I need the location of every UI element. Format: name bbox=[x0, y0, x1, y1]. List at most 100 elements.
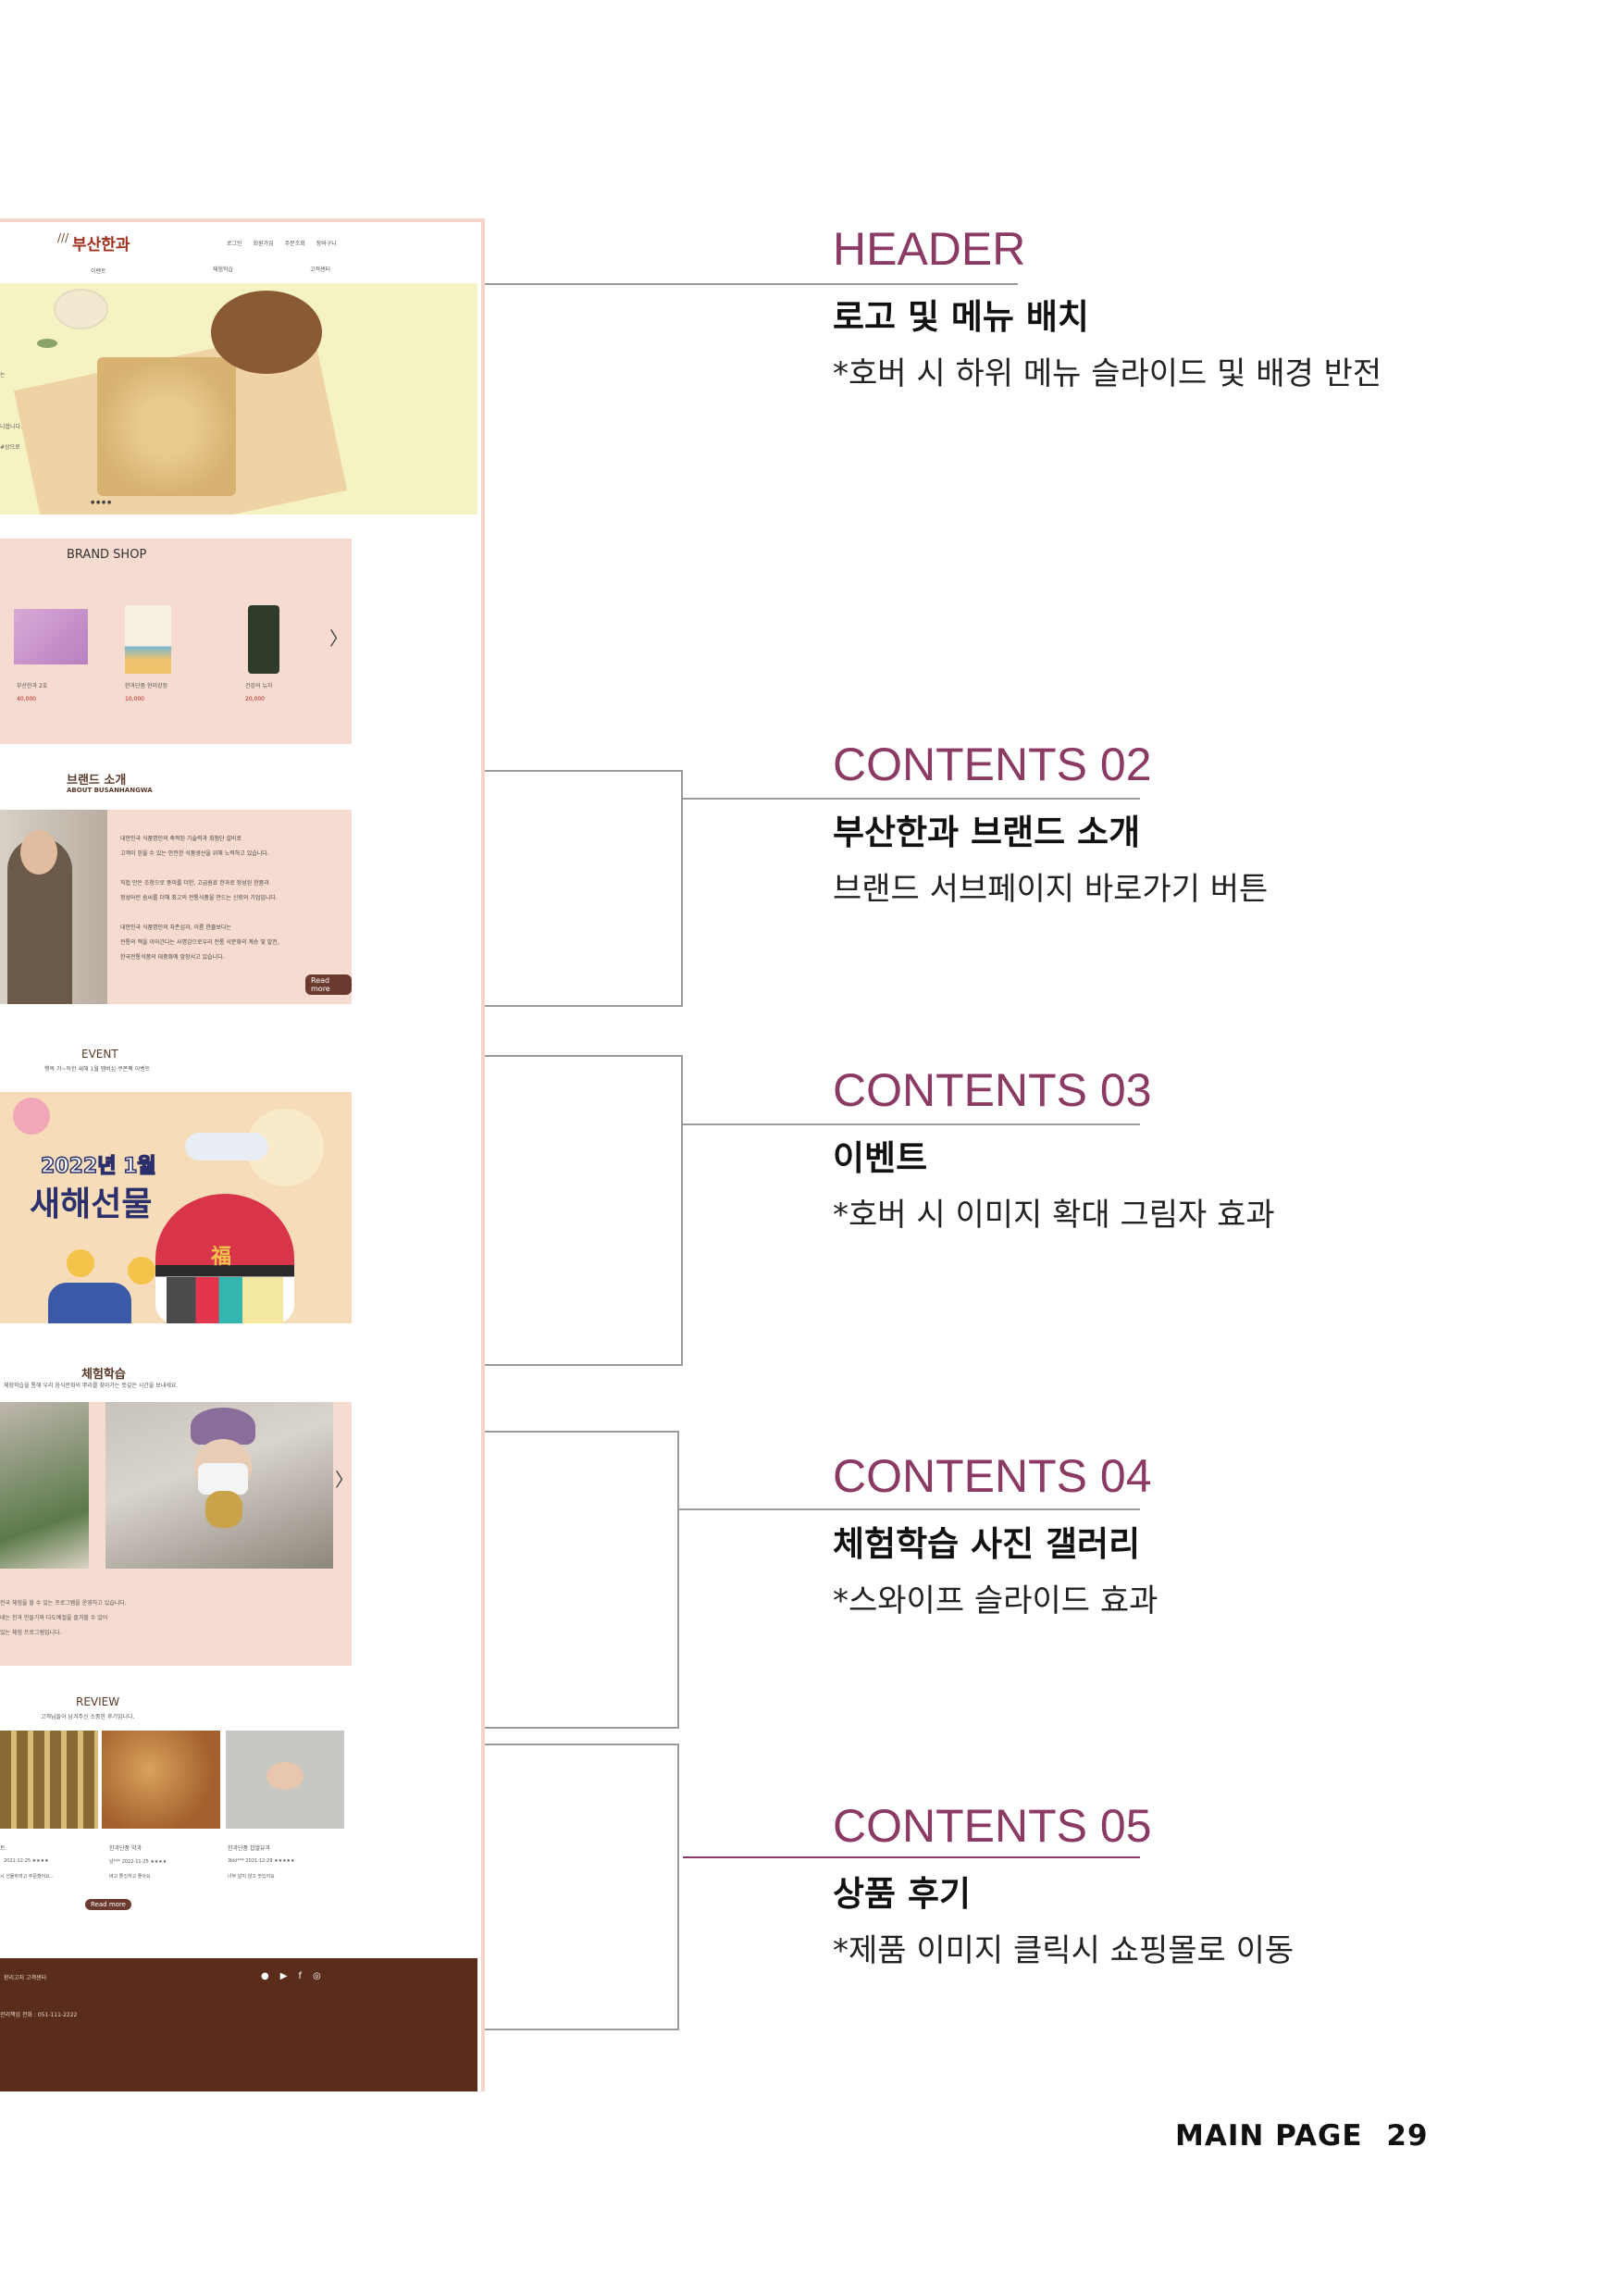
annotation-title: CONTENTS 02 bbox=[833, 738, 1152, 790]
annotation-contents-04: CONTENTS 04 체험학습 사진 갤러리 *스와이프 슬라이드 효과 bbox=[833, 1449, 1158, 1620]
banner-cloud bbox=[185, 1133, 268, 1160]
review-text-1: 시 선물하려고 주문했어요.. bbox=[0, 1874, 53, 1880]
about-para-5: 대한민국 식품명인의 자존심과, 이름 한줄보다는 bbox=[120, 925, 231, 931]
annotation-heading: 로고 및 메뉴 배치 bbox=[833, 297, 1089, 337]
gallery-next-arrow-icon[interactable]: 〉 bbox=[335, 1465, 353, 1492]
mock-logo[interactable]: /// 부산한과 bbox=[57, 230, 141, 254]
gallery-photo-1[interactable] bbox=[0, 1402, 89, 1569]
experience-subtitle: 체험학습을 통해 우리 음식문화의 뿌리를 찾아가는 뜻깊은 시간을 보내세요. bbox=[4, 1383, 179, 1389]
mock-footer: 환리고지 고객센터 관리책임 전화 : 051-111-2222 ● ▶ f ◎ bbox=[0, 1958, 477, 2091]
hero-banner[interactable]: 는 니합니다. #상으로 ● ● ● ● bbox=[0, 283, 477, 515]
annotation-heading: 이벤트 bbox=[833, 1138, 928, 1178]
facebook-icon[interactable]: f bbox=[298, 1971, 302, 1981]
nav-support[interactable]: 고객센터 bbox=[310, 265, 330, 273]
annotation-desc: 브랜드 서브페이지 바로가기 버튼 bbox=[833, 871, 1269, 908]
annotation-desc: *스와이프 슬라이드 효과 bbox=[833, 1582, 1158, 1620]
hero-tea-cup bbox=[54, 289, 108, 329]
product-image-3[interactable] bbox=[248, 605, 279, 674]
about-para-7: 한국전통식품의 대중화에 앞장서고 있습니다. bbox=[120, 954, 225, 961]
annotation-title: HEADER bbox=[833, 223, 1026, 275]
youtube-icon[interactable]: ▶ bbox=[280, 1971, 288, 1981]
child-mask bbox=[198, 1463, 248, 1495]
product-name-2: 한과단품 현미강정 bbox=[125, 683, 168, 689]
about-photo bbox=[0, 810, 107, 1004]
product-image-2[interactable] bbox=[125, 605, 171, 674]
event-subtitle: 행복 가~득한 새해 1월 멤버십 쿠폰팩 이벤트 bbox=[44, 1066, 151, 1073]
hero-text-2: 니합니다. bbox=[0, 424, 22, 430]
annotation-contents-03: CONTENTS 03 이벤트 *호버 시 이미지 확대 그림자 효과 bbox=[833, 1063, 1275, 1235]
about-text-panel: 대한민국 식품명인의 축적된 기술력과 최첨단 설비로 고객이 믿을 수 있는 … bbox=[107, 810, 352, 1004]
experience-section: 〉 전국 체험을 할 수 있는 프로그램을 운영하고 있습니다. 네는 한과 만… bbox=[0, 1402, 353, 1666]
footer-contact: 관리책임 전화 : 051-111-2222 bbox=[0, 2012, 78, 2018]
annotation-desc: *호버 시 이미지 확대 그림자 효과 bbox=[833, 1197, 1275, 1234]
experience-line-3: 있는 체험 프로그램입니다. bbox=[0, 1630, 62, 1636]
annotation-header: HEADER 로고 및 메뉴 배치 *호버 시 하위 메뉴 슬라이드 및 배경 … bbox=[833, 222, 1381, 393]
instagram-icon[interactable]: ◎ bbox=[313, 1971, 321, 1981]
annotation-title: CONTENTS 03 bbox=[833, 1064, 1152, 1116]
hero-text-1: 는 bbox=[0, 372, 6, 379]
about-subtitle: ABOUT BUSANHANGWA bbox=[67, 787, 153, 794]
product-price-1: 40,000 bbox=[17, 696, 36, 702]
top-link-join[interactable]: 회원가입 bbox=[254, 239, 274, 247]
review-text-3: 너무 달지 않고 맛있어요 bbox=[228, 1874, 275, 1880]
bracket-contents-02 bbox=[485, 770, 683, 1007]
review-photo-3[interactable] bbox=[226, 1731, 344, 1829]
review-meta-2: 남*** 2022-11-25 ★★★★ bbox=[109, 1859, 167, 1865]
product-name-1: 부산한과 2호 bbox=[17, 683, 48, 689]
about-read-more-button[interactable]: Read more bbox=[305, 974, 352, 995]
page-number: 29 bbox=[1386, 2119, 1429, 2153]
hero-pagination-dots[interactable]: ● ● ● ● bbox=[91, 500, 111, 505]
annotation-desc: *제품 이미지 클릭시 쇼핑몰로 이동 bbox=[833, 1932, 1295, 1969]
top-link-cart[interactable]: 장바구니 bbox=[316, 239, 337, 247]
page-footer: MAIN PAGE 29 bbox=[1175, 2119, 1429, 2153]
banner-bag-stripes bbox=[167, 1277, 283, 1323]
twitter-icon[interactable]: ● bbox=[261, 1971, 269, 1981]
annotation-heading: 부산한과 브랜드 소개 bbox=[833, 813, 1141, 852]
gallery-photo-2[interactable] bbox=[105, 1402, 333, 1569]
bracket-contents-05 bbox=[485, 1744, 679, 2030]
page-label: MAIN PAGE bbox=[1175, 2119, 1363, 2153]
review-photo-1[interactable] bbox=[0, 1731, 98, 1829]
child-snack bbox=[205, 1491, 242, 1528]
review-name-2: 한과단품 약과 bbox=[109, 1845, 142, 1852]
about-title: 브랜드 소개 bbox=[67, 774, 127, 788]
review-read-more-button[interactable]: Read more bbox=[85, 1899, 131, 1910]
banner-small-bag bbox=[48, 1283, 131, 1323]
footer-links[interactable]: 환리고지 고객센터 bbox=[4, 1973, 46, 1981]
review-text-2: 바고 쫄깃하고 좋아요 bbox=[109, 1874, 151, 1880]
banner-coin-2 bbox=[128, 1257, 155, 1285]
hero-rice-cake bbox=[97, 357, 236, 496]
annotation-title: CONTENTS 04 bbox=[833, 1450, 1152, 1502]
about-para-1: 대한민국 식품명인의 축적된 기술력과 최첨단 설비로 bbox=[120, 836, 242, 842]
about-para-4: 정성어린 솜씨를 더해 최고의 전통식품을 만드는 신뢰의 기업입니다. bbox=[120, 895, 278, 901]
review-photo-2[interactable] bbox=[102, 1731, 220, 1829]
review-meta-1: 2021-12-25 ★★★★ bbox=[4, 1858, 49, 1864]
footer-social: ● ▶ f ◎ bbox=[261, 1971, 321, 1981]
banner-title: 새해선물 bbox=[30, 1185, 153, 1223]
review-name-1: 트 bbox=[0, 1845, 6, 1852]
annotation-heading: 체험학습 사진 갤러리 bbox=[833, 1524, 1141, 1564]
annotation-desc: *호버 시 하위 메뉴 슬라이드 및 배경 반전 bbox=[833, 355, 1382, 392]
experience-line-2: 네는 한과 만들기와 다도예절을 즐겨볼 수 있어 bbox=[0, 1615, 108, 1621]
annotation-heading: 상품 후기 bbox=[833, 1874, 972, 1914]
mock-header: /// 부산한과 로그인 회원가입 주문조회 장바구니 이벤트 체험학습 고객센… bbox=[0, 222, 481, 279]
product-image-1[interactable] bbox=[14, 609, 88, 664]
review-meta-3: 3kkl*** 2021-12-29 ★★★★★ bbox=[228, 1858, 295, 1864]
about-para-6: 전통의 맥을 이어간다는 사명감으로우리 전통 식문화의 계승 및 발전, bbox=[120, 939, 279, 946]
about-face bbox=[20, 830, 57, 875]
shop-next-arrow-icon[interactable]: 〉 bbox=[329, 624, 348, 651]
review-name-3: 한과단품 찹쌀유과 bbox=[228, 1845, 271, 1852]
nav-event[interactable]: 이벤트 bbox=[91, 267, 106, 275]
annotation-contents-02: CONTENTS 02 부산한과 브랜드 소개 브랜드 서브페이지 바로가기 버… bbox=[833, 738, 1268, 909]
lucky-bag-char: 福 bbox=[211, 1246, 232, 1269]
product-price-3: 20,000 bbox=[245, 696, 265, 702]
top-link-login[interactable]: 로그인 bbox=[227, 239, 242, 247]
top-links: 로그인 회원가입 주문조회 장바구니 bbox=[227, 239, 356, 247]
brand-shop-section: BRAND SHOP 부산한과 2호 40,000 한과단품 현미강정 10,0… bbox=[0, 539, 352, 744]
event-banner[interactable]: 2022년 1월 새해선물 福 bbox=[0, 1092, 352, 1323]
experience-title: 체험학습 bbox=[81, 1368, 126, 1382]
nav-experience[interactable]: 체험학습 bbox=[213, 265, 233, 273]
banner-flower bbox=[13, 1098, 50, 1135]
top-link-order[interactable]: 주문조회 bbox=[285, 239, 305, 247]
banner-coin-1 bbox=[67, 1249, 94, 1277]
